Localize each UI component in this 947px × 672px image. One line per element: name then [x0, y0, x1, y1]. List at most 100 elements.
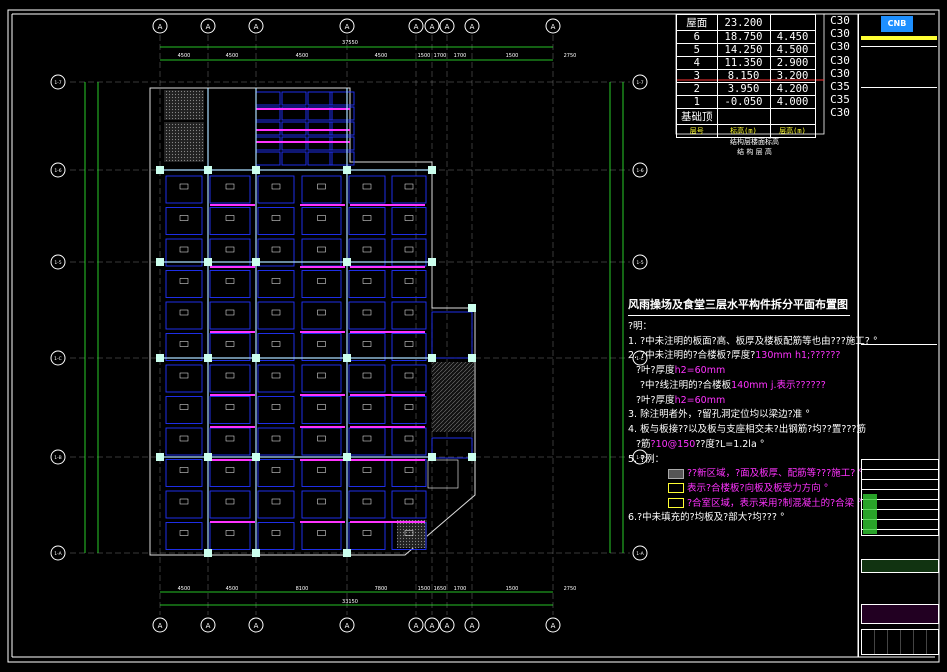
structural-column [156, 453, 164, 461]
level-cell-height [769, 108, 816, 125]
level-header-cell: 层高(m) [769, 124, 816, 138]
svg-text:1-7: 1-7 [54, 80, 61, 86]
slab-panel [257, 333, 295, 361]
panel-tag [317, 467, 326, 473]
slab-panel [257, 490, 295, 519]
slab-panel [391, 490, 427, 519]
legend-item-3: ?合室区域，表示采用?制混凝土的?合梁 ° [628, 497, 862, 512]
svg-text:A: A [414, 23, 419, 31]
dim-top-seg: 1700 [454, 53, 467, 59]
svg-text:A: A [470, 23, 475, 31]
axis-bubbles-top [152, 18, 561, 34]
level-cell-elev: 11.350 [716, 56, 771, 70]
level-cell-floor: 屋面 [676, 14, 718, 31]
slab-panel [307, 121, 333, 136]
level-cell-height: 4.450 [769, 30, 816, 44]
dim-bottom-seg: 2750 [564, 586, 577, 592]
slab-panel [281, 151, 307, 166]
note-line-4b: ?筋?10@150??度?L=1.2la ° [636, 438, 765, 450]
panel-tag [179, 246, 189, 253]
slab-panel [209, 490, 251, 519]
slab-panel [209, 522, 251, 550]
panel-tag [271, 183, 281, 190]
slab-panel [165, 175, 203, 204]
dim-top-seg: 1500 [418, 53, 431, 59]
slab-panel [431, 437, 473, 459]
slab-panel [257, 207, 295, 235]
note-line-4a: 4. 板与板接??以及板与支座相交未?出钢筋?均??置???筋 [628, 424, 866, 436]
slab-panel [209, 175, 251, 204]
structural-column [156, 354, 164, 362]
structural-column [252, 549, 260, 557]
panel-tag [179, 498, 189, 505]
structural-column [343, 453, 351, 461]
legend-item-1: ??新区域，?面及板厚、配筋等???施工? ° [628, 467, 863, 482]
panel-tag [317, 404, 326, 410]
dim-top-seg: 4500 [178, 53, 191, 59]
axis-labels-left: 1-7 1-6 1-5 1-C 1-B 1-A [54, 80, 62, 557]
panel-tag [362, 404, 372, 410]
dim-top-seg: 4500 [375, 53, 388, 59]
slab-panel [281, 121, 307, 136]
axis-bubbles-bottom [152, 617, 561, 633]
structural-column [204, 453, 212, 461]
panel-tag [404, 215, 414, 221]
slab-panel [257, 270, 295, 298]
svg-text:1-6: 1-6 [636, 168, 643, 174]
panel-tag [317, 435, 326, 442]
slab-panel [301, 364, 342, 393]
legend-item-2: 表示?合楼板?向板及板受力方向 ° [628, 482, 858, 497]
svg-text:1-A: 1-A [54, 551, 62, 557]
svg-text:1-A: 1-A [636, 551, 644, 557]
grade-column: C30 C30 C30 C30 C30 C35 C35 C30 [824, 14, 856, 120]
structural-column [204, 354, 212, 362]
slab-panel [165, 333, 203, 361]
panel-tag [225, 183, 235, 190]
panel-tag [179, 467, 189, 473]
panel-tag [362, 530, 372, 536]
stamp-column [863, 494, 877, 534]
level-cell-floor: 2 [676, 82, 718, 96]
panel-tag [271, 246, 281, 253]
company-name-bar [861, 36, 937, 40]
slab-panel [209, 427, 251, 456]
slab-panel [301, 207, 342, 235]
dim-bottom-seg: 4500 [178, 586, 191, 592]
grade-cell: C30 [830, 40, 850, 54]
slab-panel [301, 270, 342, 298]
structural-column [428, 453, 436, 461]
level-cell-height: 4.200 [769, 82, 816, 96]
panel-tag [317, 183, 326, 190]
dim-top-seg: 1500 [506, 53, 519, 59]
structural-column [156, 166, 164, 174]
dim-top-total: 37550 [342, 40, 358, 46]
panel-tag [362, 435, 372, 442]
slab-panel [301, 175, 342, 204]
caption-line-1: 结构层楼面标高 [730, 138, 779, 146]
note-line-1: 1. ?中未注明的板面?高、板厚及楼板配筋等也由???施工? ° [628, 335, 878, 347]
slab-panel [301, 522, 342, 550]
slab-panel [391, 396, 427, 424]
grade-cell: C30 [830, 66, 850, 80]
dim-top-seg: 1700 [434, 53, 447, 59]
panel-tag [179, 530, 189, 536]
panel-tag [317, 309, 326, 316]
level-row: 2 3.950 4.200 [676, 82, 816, 96]
svg-text:A: A [158, 622, 163, 630]
hatched-region [164, 90, 204, 120]
level-header-row: 层号 标高(m) 层高(m) [676, 124, 816, 138]
svg-text:A: A [551, 23, 556, 31]
level-header-cell: 标高(m) [716, 124, 771, 138]
svg-text:1-C: 1-C [54, 356, 62, 362]
grade-cell: C35 [830, 93, 850, 107]
panel-tag [404, 498, 414, 505]
level-row: 4 11.350 2.900 [676, 56, 816, 70]
level-cell-elev [716, 108, 771, 125]
panel-tag [225, 530, 235, 536]
panel-tag [179, 404, 189, 410]
level-cell-elev: 3.950 [716, 82, 771, 96]
level-cell-floor: 6 [676, 30, 718, 44]
slab-panel [307, 151, 333, 166]
slab-panel [391, 301, 427, 330]
slab-panel [165, 301, 203, 330]
